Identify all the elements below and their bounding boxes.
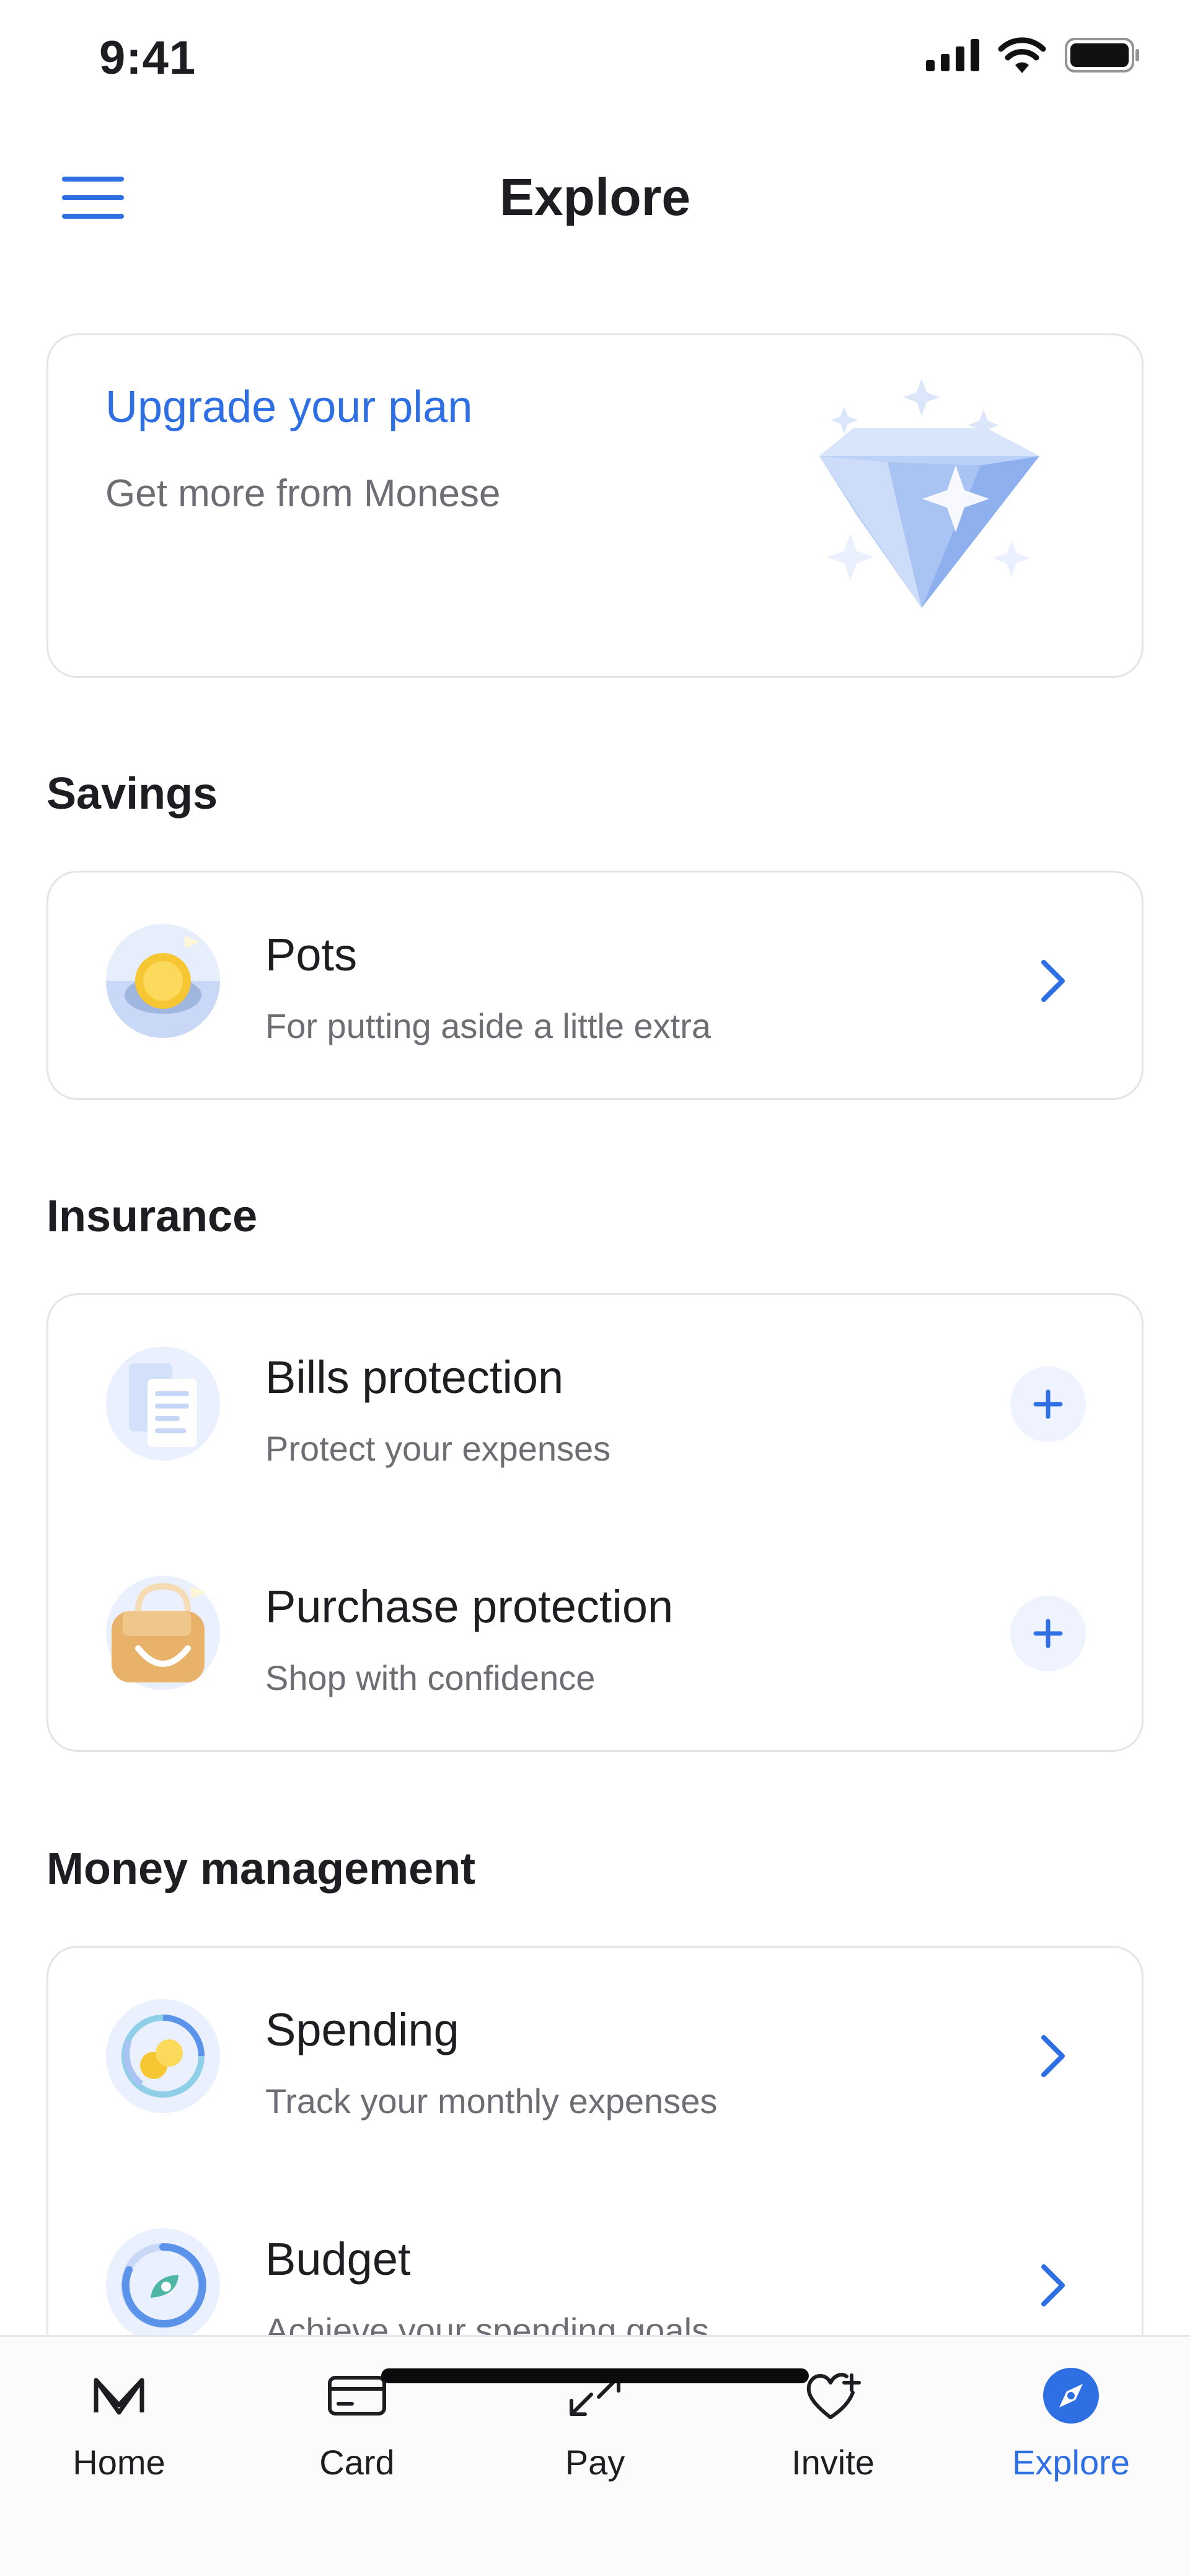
row-title: Pots: [265, 929, 358, 980]
budget-gauge-icon: [106, 2228, 220, 2342]
chevron-right-icon: [1041, 2264, 1065, 2306]
add-bills-protection-button[interactable]: [1010, 1366, 1086, 1442]
nav-label: Invite: [791, 2443, 875, 2482]
chevron-right-icon: [1041, 2035, 1065, 2077]
header: Explore: [0, 143, 1190, 260]
heart-plus-icon: [799, 2362, 867, 2430]
coin-pot-icon: [106, 924, 220, 1038]
add-purchase-protection-button[interactable]: [1010, 1596, 1086, 1671]
compass-icon: [1037, 2362, 1105, 2430]
status-time: 9:41: [99, 32, 196, 84]
insurance-card: Bills protection Protect your expenses P…: [46, 1293, 1144, 1752]
spending-chart-icon: [106, 1999, 220, 2113]
nav-label: Explore: [1012, 2443, 1130, 2482]
section-title-money-management: Money management: [46, 1844, 476, 1894]
nav-item-card[interactable]: Card: [238, 2362, 476, 2510]
section-title-insurance: Insurance: [46, 1192, 258, 1241]
list-item-spending[interactable]: Spending Track your monthly expenses: [48, 1948, 1142, 2177]
diamond-illustration-icon: [819, 379, 1039, 608]
list-item-bills-protection[interactable]: Bills protection Protect your expenses: [48, 1295, 1142, 1524]
nav-item-home[interactable]: Home: [0, 2362, 238, 2510]
monese-logo-icon: [85, 2362, 153, 2430]
upgrade-subtitle: Get more from Monese: [105, 472, 501, 515]
row-subtitle: Track your monthly expenses: [265, 2081, 718, 2121]
list-item-purchase-protection[interactable]: Purchase protection Shop with confidence: [48, 1524, 1142, 1754]
nav-item-pay[interactable]: Pay: [476, 2362, 714, 2510]
home-indicator[interactable]: [381, 2368, 809, 2383]
wifi-icon: [998, 37, 1046, 73]
row-title: Purchase protection: [265, 1581, 674, 1632]
list-item-pots[interactable]: Pots For putting aside a little extra: [48, 873, 1142, 1102]
status-bar: 9:41: [0, 0, 1190, 118]
upgrade-plan-card[interactable]: Upgrade your plan Get more from Monese: [46, 333, 1144, 678]
upgrade-title: Upgrade your plan: [105, 382, 473, 432]
row-subtitle: For putting aside a little extra: [265, 1006, 712, 1045]
savings-card: Pots For putting aside a little extra: [46, 871, 1144, 1100]
nav-item-explore[interactable]: Explore: [952, 2362, 1190, 2510]
bills-document-icon: [106, 1347, 220, 1461]
page-title: Explore: [499, 168, 691, 226]
row-title: Spending: [265, 2004, 459, 2055]
row-subtitle: Protect your expenses: [265, 1429, 611, 1468]
row-title: Bills protection: [265, 1352, 564, 1403]
chevron-right-icon: [1041, 960, 1065, 1002]
card-icon: [323, 2362, 391, 2430]
row-subtitle: Shop with confidence: [265, 1658, 596, 1697]
cellular-signal-icon: [926, 39, 979, 71]
shopping-bag-icon: [106, 1576, 220, 1690]
nav-label: Home: [73, 2443, 165, 2482]
plus-icon: [1033, 1619, 1063, 1648]
battery-icon: [1065, 38, 1139, 73]
plus-icon: [1033, 1389, 1063, 1419]
nav-label: Card: [319, 2443, 395, 2482]
nav-item-invite[interactable]: Invite: [714, 2362, 952, 2510]
section-title-savings: Savings: [46, 769, 218, 819]
nav-label: Pay: [565, 2443, 625, 2482]
status-icons: [926, 37, 1140, 73]
row-title: Budget: [265, 2233, 411, 2285]
